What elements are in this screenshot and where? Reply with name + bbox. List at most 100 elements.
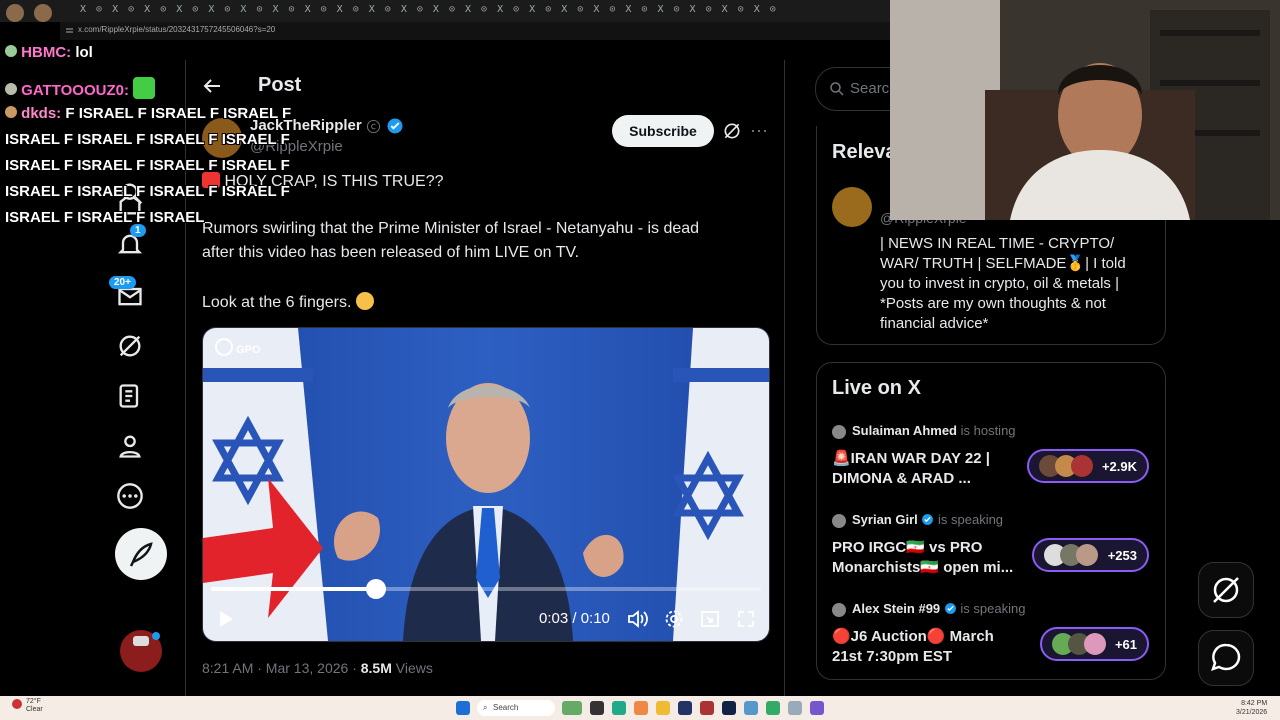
tab-favicon[interactable] bbox=[34, 4, 52, 22]
video-player[interactable]: GPO 0:03 / 0:10 bbox=[202, 327, 770, 642]
copyright-icon bbox=[366, 119, 381, 134]
grok-icon[interactable] bbox=[116, 332, 144, 360]
account-avatar[interactable] bbox=[120, 630, 162, 672]
chat-message: dkds: F ISRAEL F ISRAEL F ISRAEL F bbox=[5, 105, 291, 122]
messages-badge: 20+ bbox=[109, 276, 136, 289]
compose-post-button[interactable] bbox=[115, 528, 167, 580]
browser-tab-strip: X ⊙ X ⊙ X ⊙ X ⊙ X ⊙ X ⊙ X ⊙ X ⊙ X ⊙ X ⊙ … bbox=[0, 0, 890, 22]
picture-in-picture-icon[interactable] bbox=[700, 609, 720, 629]
video-frame bbox=[203, 328, 769, 641]
webcam-overlay bbox=[890, 0, 1280, 220]
video-scrubber-fill bbox=[211, 587, 376, 591]
video-logo: GPO bbox=[215, 338, 261, 356]
relevant-avatar[interactable] bbox=[832, 187, 872, 227]
live-on-x-title: Live on X bbox=[832, 377, 921, 399]
folder-icon[interactable] bbox=[656, 701, 670, 715]
notifications-icon[interactable]: 1 bbox=[116, 224, 146, 258]
left-navigation: 1 20+ bbox=[0, 60, 186, 696]
verified-badge-icon bbox=[387, 118, 403, 134]
verified-badge-icon bbox=[922, 514, 934, 525]
app-icon[interactable] bbox=[700, 701, 714, 715]
lists-icon[interactable] bbox=[116, 382, 144, 410]
chat-text: ISRAEL F ISRAEL F ISRAEL F ISRAEL F bbox=[5, 157, 290, 174]
post-time[interactable]: 8:21 AM · Mar 13, 2026 · bbox=[202, 660, 357, 676]
app-icon[interactable] bbox=[810, 701, 824, 715]
chat-text: F ISRAEL F ISRAEL F ISRAEL F bbox=[65, 105, 292, 122]
volume-icon[interactable] bbox=[627, 609, 649, 629]
edge-icon[interactable] bbox=[612, 701, 626, 715]
post-text-line: Look at the 6 fingers. bbox=[202, 292, 374, 312]
relevant-bio: | NEWS IN REAL TIME - CRYPTO/ WAR/ TRUTH… bbox=[880, 235, 1126, 332]
chat-message: HBMC: lol bbox=[5, 44, 93, 61]
chat-text: ISRAEL F ISRAEL F ISRAEL bbox=[5, 209, 205, 226]
chat-username: HBMC: bbox=[21, 44, 72, 61]
live-listeners-pill[interactable]: +253 bbox=[1032, 538, 1149, 572]
chat-text: ISRAEL F ISRAEL F ISRAEL F ISRAEL F bbox=[5, 131, 290, 148]
app-icon[interactable] bbox=[562, 701, 582, 715]
live-listeners-pill[interactable]: +2.9K bbox=[1027, 449, 1149, 483]
chat-text: lol bbox=[75, 44, 93, 61]
post-timestamp: 8:21 AM · Mar 13, 2026 · 8.5M Views bbox=[202, 660, 433, 676]
app-icon[interactable] bbox=[634, 701, 648, 715]
chrome-icon[interactable] bbox=[766, 701, 780, 715]
video-time: 0:03 / 0:10 bbox=[539, 610, 610, 627]
app-icon[interactable] bbox=[678, 701, 692, 715]
steam-icon[interactable] bbox=[722, 701, 736, 715]
grok-icon[interactable] bbox=[722, 121, 742, 141]
tab-favicon[interactable] bbox=[6, 4, 24, 22]
host-avatar[interactable] bbox=[832, 603, 846, 617]
back-arrow-icon[interactable] bbox=[200, 74, 224, 98]
video-scrubber-track[interactable] bbox=[211, 579, 761, 599]
app-icon[interactable] bbox=[590, 701, 604, 715]
video-scrubber-handle[interactable] bbox=[366, 579, 386, 599]
address-bar[interactable]: x.com/RippleXrpie/status/203243175724550… bbox=[60, 22, 890, 40]
post-text-line: Rumors swirling that the Prime Minister … bbox=[202, 220, 700, 237]
post-text-line4: Look at the 6 fingers. bbox=[202, 294, 352, 311]
play-icon[interactable] bbox=[217, 610, 235, 628]
column-divider bbox=[784, 60, 785, 696]
chat-message: GATTOOOUZ0: bbox=[5, 77, 156, 99]
listener-count: +61 bbox=[1114, 636, 1137, 652]
messages-floating-button[interactable] bbox=[1198, 630, 1254, 686]
live-host-line[interactable]: Alex Stein #99 is speaking bbox=[852, 601, 1025, 616]
grok-floating-button[interactable] bbox=[1198, 562, 1254, 618]
live-host-line[interactable]: Sulaiman Ahmed is hosting bbox=[852, 423, 1016, 438]
chat-username: GATTOOOUZ0: bbox=[21, 82, 129, 99]
tab-strip-marks[interactable]: X ⊙ X ⊙ X ⊙ X ⊙ X ⊙ X ⊙ X ⊙ X ⊙ X ⊙ X ⊙ … bbox=[80, 4, 778, 15]
live-space-title[interactable]: PRO IRGC🇮🇷 vs PRO Monarchists🇮🇷 open mi..… bbox=[832, 538, 1013, 578]
weather-widget[interactable]: 72°F Clear bbox=[26, 698, 43, 714]
messages-icon[interactable]: 20+ bbox=[109, 276, 144, 310]
live-host-line[interactable]: Syrian Girl is speaking bbox=[852, 512, 1003, 527]
webcam-frame bbox=[890, 0, 1280, 220]
chat-username: dkds: bbox=[21, 105, 62, 122]
url-text: x.com/RippleXrpie/status/203243175724550… bbox=[78, 25, 276, 34]
more-icon[interactable]: ⋯ bbox=[750, 121, 768, 141]
chat-emote-icon bbox=[133, 77, 156, 99]
grok-icon bbox=[1213, 577, 1239, 603]
taskbar-search[interactable]: ⌕ Search bbox=[477, 700, 555, 716]
weather-icon[interactable] bbox=[12, 699, 22, 709]
chat-bubble-icon bbox=[1211, 643, 1241, 671]
settings-gear-icon[interactable] bbox=[664, 609, 684, 629]
listener-count: +253 bbox=[1107, 547, 1137, 563]
column-divider bbox=[185, 60, 186, 696]
taskbar-clock[interactable]: 8:42 PM 3/21/2026 bbox=[1236, 699, 1267, 717]
site-settings-icon[interactable] bbox=[65, 26, 74, 35]
live-space-title[interactable]: 🚨IRAN WAR DAY 22 | DIMONA & ARAD ... bbox=[832, 449, 990, 489]
host-avatar[interactable] bbox=[832, 514, 846, 528]
start-icon[interactable] bbox=[456, 701, 470, 715]
live-space-title[interactable]: 🔴J6 Auction🔴 March 21st 7:30pm EST bbox=[832, 627, 994, 667]
profile-icon[interactable] bbox=[116, 432, 144, 460]
more-options-icon[interactable] bbox=[116, 482, 144, 510]
listener-count: +2.9K bbox=[1101, 458, 1137, 474]
views-count: 8.5M bbox=[360, 660, 392, 676]
host-avatar[interactable] bbox=[832, 425, 846, 439]
subscribe-button[interactable]: Subscribe bbox=[612, 115, 714, 147]
live-on-x-card: Live on X Sulaiman Ahmed is hosting 🚨IRA… bbox=[816, 362, 1166, 680]
views-label: Views bbox=[395, 660, 433, 676]
live-listeners-pill[interactable]: +61 bbox=[1040, 627, 1149, 661]
app-icon[interactable] bbox=[744, 701, 758, 715]
fullscreen-icon[interactable] bbox=[736, 609, 756, 629]
app-icon[interactable] bbox=[788, 701, 802, 715]
page-title: Post bbox=[258, 74, 302, 96]
